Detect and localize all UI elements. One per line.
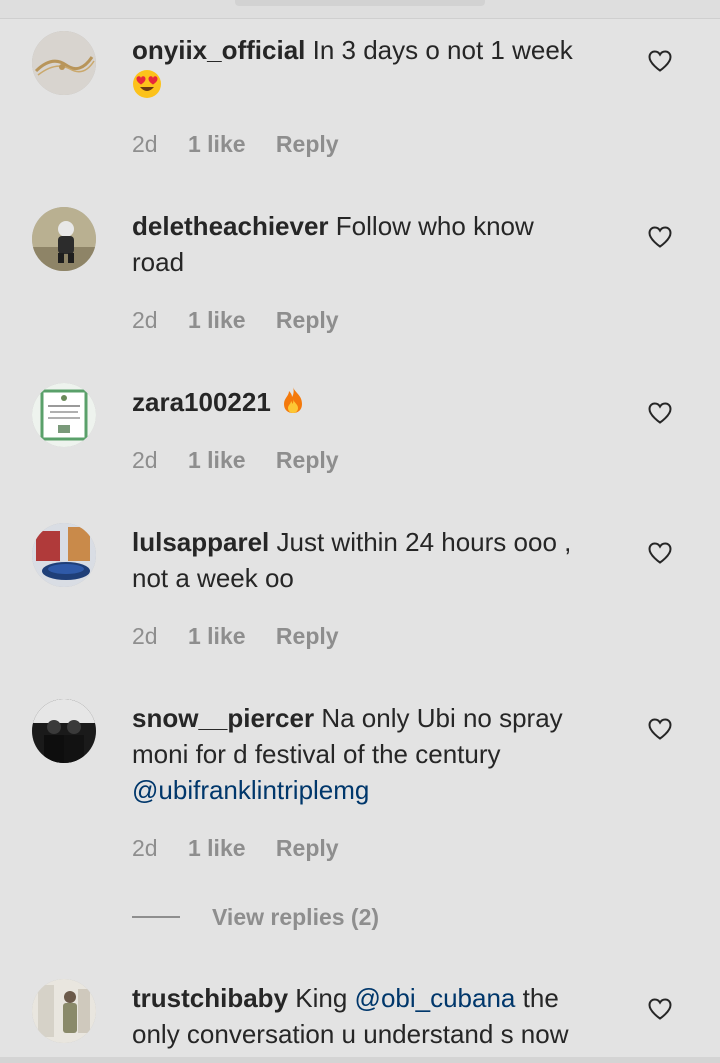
comment-meta: 2d 1 like Reply [132, 835, 363, 862]
bottom-edge [0, 1057, 720, 1063]
comment-body: onyiix_official In 3 days o not 1 week 2… [132, 31, 612, 157]
avatar[interactable] [32, 383, 96, 447]
comment-text-block: trustchibaby King @obi_cubana the only c… [132, 980, 612, 1052]
comment-text-block: zara100221 [132, 384, 612, 420]
mention-link[interactable]: @ubifranklintriplemg [132, 775, 369, 805]
comment-likes[interactable]: 1 like [188, 131, 246, 158]
comment-username[interactable]: snow__piercer [132, 703, 314, 733]
comment-username[interactable]: deletheachiever [132, 211, 329, 241]
like-heart-icon[interactable] [647, 48, 673, 74]
view-replies-line [132, 916, 180, 918]
comment-likes[interactable]: 1 like [188, 835, 246, 862]
reply-button[interactable]: Reply [276, 131, 339, 158]
reply-button[interactable]: Reply [276, 835, 339, 862]
comment-body: trustchibaby King @obi_cubana the only c… [132, 979, 612, 1052]
avatar[interactable] [32, 207, 96, 271]
comment-username[interactable]: lulsapparel [132, 527, 269, 557]
comment-meta: 2d 1 like Reply [132, 131, 363, 158]
reply-button[interactable]: Reply [276, 623, 339, 650]
view-replies-button[interactable]: View replies (2) [132, 902, 379, 932]
comment-likes[interactable]: 1 like [188, 447, 246, 474]
avatar-image [32, 979, 96, 1043]
comment-time: 2d [132, 447, 158, 473]
comment-text-block: lulsapparel Just within 24 hours ooo , n… [132, 524, 607, 596]
avatar-image [32, 699, 96, 763]
avatar[interactable] [32, 523, 96, 587]
heart-eyes-emoji [132, 69, 162, 99]
comment-text: King [295, 983, 348, 1013]
avatar[interactable] [32, 31, 96, 95]
comment-time: 2d [132, 623, 158, 649]
comment-text-block: snow__piercer Na only Ubi no spray moni … [132, 700, 592, 808]
mention-link[interactable]: @obi_cubana [355, 983, 516, 1013]
comment-time: 2d [132, 307, 158, 333]
like-heart-icon[interactable] [647, 224, 673, 250]
comment-body: deletheachiever Follow who know road 2d … [132, 207, 612, 333]
avatar[interactable] [32, 699, 96, 763]
comment-body: snow__piercer Na only Ubi no spray moni … [132, 699, 612, 861]
avatar-image [32, 31, 96, 95]
comment-likes[interactable]: 1 like [188, 307, 246, 334]
like-heart-icon[interactable] [647, 996, 673, 1022]
comment-meta: 2d 1 like Reply [132, 447, 363, 474]
comments-list: onyiix_official In 3 days o not 1 week 2… [0, 0, 720, 1063]
comment-username[interactable]: trustchibaby [132, 983, 288, 1013]
avatar-image [32, 383, 96, 447]
comment-username[interactable]: zara100221 [132, 387, 271, 417]
comment-text: In 3 days o not 1 week [312, 35, 573, 65]
comment-text-block: deletheachiever Follow who know road [132, 208, 592, 280]
comment-time: 2d [132, 835, 158, 861]
comment-time: 2d [132, 131, 158, 157]
fire-emoji [278, 385, 308, 415]
comment-body: lulsapparel Just within 24 hours ooo , n… [132, 523, 612, 649]
avatar-image [32, 207, 96, 271]
comment-text-block: onyiix_official In 3 days o not 1 week [132, 32, 612, 104]
view-replies-label: View replies (2) [212, 903, 380, 930]
like-heart-icon[interactable] [647, 540, 673, 566]
reply-button[interactable]: Reply [276, 447, 339, 474]
avatar-image [32, 523, 96, 587]
like-heart-icon[interactable] [647, 400, 673, 426]
comment-likes[interactable]: 1 like [188, 623, 246, 650]
comment-meta: 2d 1 like Reply [132, 623, 363, 650]
reply-button[interactable]: Reply [276, 307, 339, 334]
comment-meta: 2d 1 like Reply [132, 307, 363, 334]
comment-body: zara100221 2d 1 like Reply [132, 383, 612, 473]
like-heart-icon[interactable] [647, 716, 673, 742]
avatar[interactable] [32, 979, 96, 1043]
comment-username[interactable]: onyiix_official [132, 35, 305, 65]
